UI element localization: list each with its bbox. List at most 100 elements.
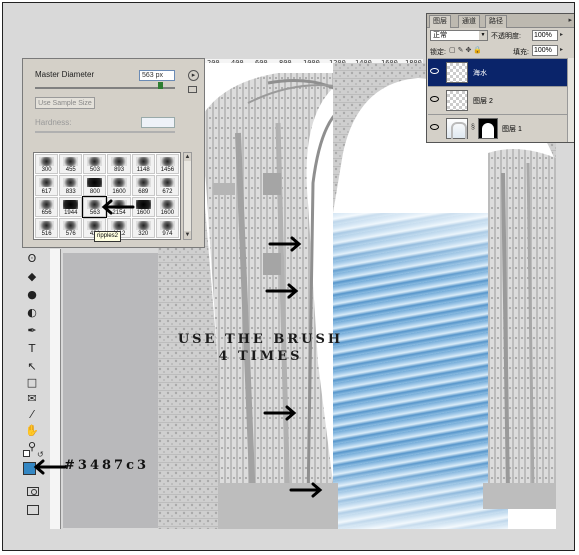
brush-preset[interactable]: 576 (59, 217, 83, 238)
layer-name: 海水 (473, 70, 487, 77)
new-preset-icon[interactable] (188, 86, 197, 93)
brush-preset[interactable]: 689 (131, 175, 155, 196)
type-icon[interactable]: T (25, 342, 39, 356)
toolbox: ʘ ◆ ● ◐ ✒ T ↖ □ ✉ ⁄ ✋ ⚲ (23, 250, 45, 525)
opacity-arrow-icon[interactable]: ▸ (560, 31, 563, 38)
brush-size: 656 (41, 209, 52, 216)
shape-icon[interactable]: □ (25, 376, 39, 390)
blur-icon[interactable]: ● (25, 288, 39, 302)
fill-arrow-icon[interactable]: ▸ (560, 46, 563, 53)
brush-preset[interactable]: 455 (59, 154, 83, 175)
brush-preset[interactable]: 893 (107, 154, 131, 175)
brush-swatch (39, 199, 55, 209)
brush-size: 576 (65, 231, 76, 237)
brush-preset[interactable]: 833 (59, 175, 83, 196)
brush-preset[interactable]: 656 (35, 196, 59, 217)
layer-row[interactable]: § 图层 1 (428, 114, 574, 142)
dodge-icon[interactable]: ◐ (25, 306, 39, 320)
panel-menu-icon[interactable]: ▸ (188, 70, 199, 81)
brush-preset[interactable]: 516 (35, 217, 59, 238)
pen-icon[interactable]: ✒ (25, 324, 39, 338)
brush-preset-panel: Master Diameter 563 px ▸ Use Sample Size… (22, 58, 205, 248)
scroll-up-icon[interactable]: ▲ (184, 153, 191, 161)
use-sample-size-button[interactable]: Use Sample Size (35, 97, 95, 109)
layer-name: 图层 2 (473, 98, 493, 105)
brush-preset[interactable]: 1148 (131, 154, 155, 175)
brush-swatch (63, 199, 79, 209)
brush-swatch (63, 157, 79, 166)
brush-preset[interactable]: 320 (131, 217, 155, 238)
brush-preset[interactable]: 672 (155, 175, 179, 196)
master-diameter-input[interactable]: 563 px (139, 70, 175, 81)
brush-swatch (63, 178, 79, 188)
brush-swatch (39, 178, 55, 188)
eye-icon[interactable] (430, 68, 439, 74)
eye-icon[interactable] (430, 124, 439, 130)
fill-input[interactable]: 100% (532, 45, 558, 56)
layers-scrollbar[interactable] (567, 58, 574, 142)
tab-layers[interactable]: 图层 (429, 15, 451, 28)
eye-icon[interactable] (430, 96, 439, 102)
brush-preset[interactable]: 1600 (155, 196, 179, 217)
brush-tooltip: ripples2 (94, 231, 122, 242)
layer-row[interactable]: 海水 (428, 58, 574, 86)
brush-swatch (135, 199, 151, 209)
tab-paths[interactable]: 路径 (485, 15, 507, 28)
brush-swatch (63, 220, 79, 230)
tab-channels[interactable]: 通道 (458, 15, 480, 28)
hardness-input[interactable] (141, 117, 175, 128)
brush-preset[interactable]: 1456 (155, 154, 179, 175)
brush-preset[interactable]: 617 (35, 175, 59, 196)
brush-swatch (111, 178, 127, 188)
layer-row[interactable]: 图层 2 (428, 86, 574, 114)
blend-mode-value: 正常 (433, 32, 447, 39)
panel-tabs: 图层 通道 路径 ▸ (427, 14, 574, 28)
brush-preset[interactable]: 300 (35, 154, 59, 175)
master-diameter-slider[interactable] (35, 87, 175, 89)
brush-preset[interactable]: 800 (83, 175, 107, 196)
brush-size: 672 (162, 188, 173, 195)
brush-size: 300 (41, 167, 52, 174)
hardness-slider[interactable] (35, 131, 175, 133)
notes-icon[interactable]: ✉ (25, 392, 39, 406)
lock-options-icon[interactable]: ▢✎✥🔒 (449, 46, 484, 54)
swap-colors-icon[interactable]: ↺ (37, 450, 44, 459)
instruction-line-1: USE THE BRUSH (177, 332, 344, 347)
layer-thumbnail (446, 118, 468, 139)
hand-icon[interactable]: ✋ (25, 424, 39, 438)
brush-size: 893 (114, 167, 125, 174)
brush-preset[interactable]: 1600 (107, 175, 131, 196)
brush-preset[interactable]: 1944 (59, 196, 83, 217)
brush-preset[interactable]: 1600 (131, 196, 155, 217)
brush-swatch (87, 157, 103, 166)
paint-bucket-icon[interactable]: ◆ (25, 270, 39, 284)
brush-swatch (159, 178, 175, 188)
eyedropper-icon[interactable]: ⁄ (25, 408, 39, 422)
slider-knob[interactable] (158, 82, 163, 89)
brush-size: 1600 (136, 209, 150, 216)
arrow-left-icon (33, 459, 67, 475)
brush-preset[interactable]: 503 (83, 154, 107, 175)
layer-mask-thumbnail[interactable] (478, 118, 498, 139)
scroll-down-icon[interactable]: ▼ (184, 231, 191, 239)
brush-size: 833 (65, 188, 76, 195)
brush-preset-grid: 300 455 503 893 1148 1456 617 833 800 16… (33, 152, 181, 240)
canvas-background (63, 253, 158, 528)
blend-mode-select[interactable]: 正常 ▼ (430, 30, 488, 41)
brush-swatch (111, 157, 127, 166)
arrow-right-icon (268, 236, 302, 252)
preset-scrollbar[interactable]: ▲ ▼ (183, 152, 192, 240)
default-colors-icon[interactable] (23, 450, 30, 457)
opacity-input[interactable]: 100% (532, 30, 558, 41)
brush-swatch (135, 157, 151, 166)
brush-swatch (39, 220, 55, 230)
brush-swatch (159, 157, 175, 166)
brush-swatch (159, 199, 175, 209)
panel-menu-icon[interactable]: ▸ (568, 16, 572, 24)
brush-preset[interactable]: 974 (155, 217, 179, 238)
brush-swatch (111, 220, 127, 230)
lasso-icon[interactable]: ʘ (25, 252, 39, 266)
screen-mode-icon[interactable] (27, 505, 39, 515)
quick-mask-icon[interactable] (27, 487, 39, 496)
path-select-icon[interactable]: ↖ (25, 360, 39, 374)
